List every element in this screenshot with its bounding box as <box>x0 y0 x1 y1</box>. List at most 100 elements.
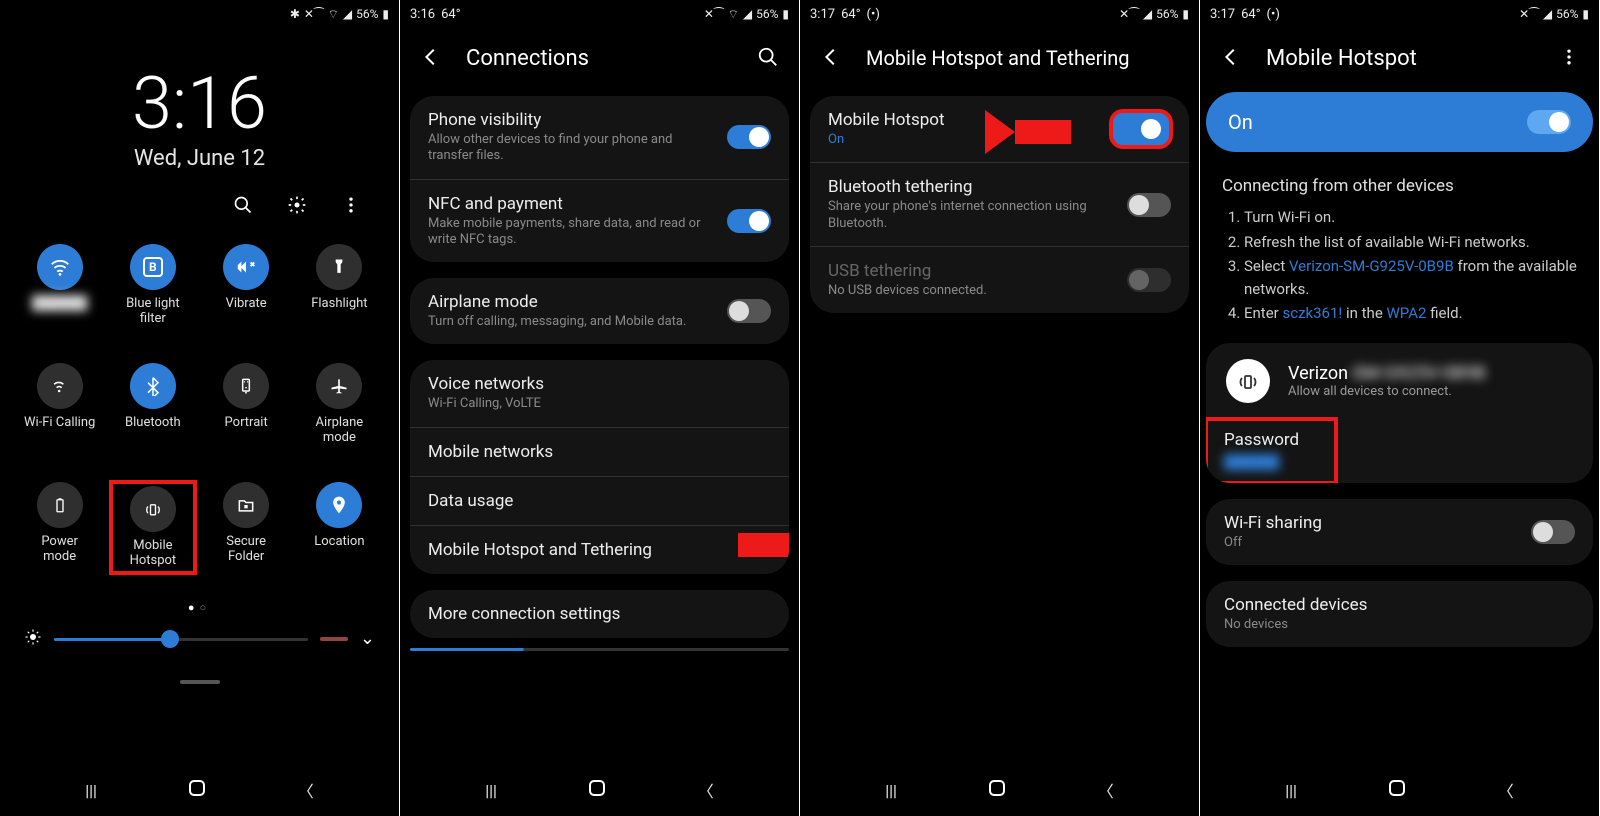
row-airplane[interactable]: Airplane mode Turn off calling, messaging… <box>410 278 789 344</box>
home-button[interactable] <box>1387 778 1407 802</box>
tile-powermode[interactable]: Power mode <box>18 482 101 573</box>
page-indicator: ●○ <box>0 601 399 614</box>
row-mobile-hotspot[interactable]: Mobile HotspotOn <box>810 96 1189 162</box>
toggle-hotspot[interactable] <box>1111 111 1171 147</box>
status-time: 3:17 <box>810 7 835 22</box>
panel-handle[interactable] <box>180 680 220 684</box>
wificalling-icon <box>37 363 83 409</box>
toggle[interactable] <box>1127 193 1171 217</box>
search-icon[interactable] <box>227 189 259 224</box>
back-button[interactable]: 〈 <box>698 778 714 802</box>
row-title: Airplane mode <box>428 292 713 312</box>
tile-label: Mobile Hotspot <box>130 539 177 569</box>
row-sub: Allow other devices to find your phone a… <box>428 132 713 165</box>
clock-time: 3:16 <box>0 68 399 140</box>
tile-mobilehotspot[interactable]: Mobile Hotspot <box>111 482 194 573</box>
tile-flashlight[interactable]: Flashlight <box>298 244 381 327</box>
back-button[interactable]: 〈 <box>1498 778 1514 802</box>
on-label: On <box>1228 110 1253 134</box>
tile-securefolder[interactable]: Secure Folder <box>205 482 288 573</box>
battery-text: 56% <box>356 7 378 21</box>
ssid-link: Verizon-SM-G925V-0B9B <box>1289 257 1454 275</box>
bluelight-icon: B <box>130 244 176 290</box>
row-title: Bluetooth tethering <box>828 177 1113 197</box>
tile-bluelight[interactable]: BBlue light filter <box>111 244 194 327</box>
tile-label: Wi-Fi Calling <box>24 416 95 431</box>
nav-bar: ||| 〈 <box>0 764 399 816</box>
row-network-name[interactable]: Verizon-SM-G925V-0B9B Allow all devices … <box>1206 343 1593 419</box>
recents-button[interactable]: ||| <box>1285 781 1297 800</box>
auto-brightness-toggle[interactable] <box>320 637 348 641</box>
page-title: Mobile Hotspot and Tethering <box>866 46 1130 70</box>
tile-airplane[interactable]: Airplane mode <box>298 363 381 446</box>
hotspot-master-toggle[interactable]: On <box>1206 92 1593 152</box>
back-icon[interactable] <box>1214 40 1248 77</box>
tile-wificalling[interactable]: Wi-Fi Calling <box>18 363 101 446</box>
row-nfc[interactable]: NFC and paymentMake mobile payments, sha… <box>410 179 789 263</box>
brightness-row[interactable]: ⌄ <box>0 614 399 664</box>
toggle[interactable] <box>727 299 771 323</box>
row-password[interactable]: Password ██████ <box>1206 419 1336 483</box>
hotspot-tethering-settings: 3:1764°(•) ✕⁀◢56%▮ Mobile Hotspot and Te… <box>800 0 1200 816</box>
recents-button[interactable]: ||| <box>485 781 497 800</box>
toggle[interactable] <box>1531 520 1575 544</box>
tile-label: ██████ <box>32 297 87 312</box>
bluetooth-icon <box>130 363 176 409</box>
row-voice-networks[interactable]: Voice networksWi-Fi Calling, VoLTE <box>410 360 789 426</box>
tile-wifi[interactable]: ██████ <box>18 244 101 327</box>
status-time: 3:16 <box>410 7 435 22</box>
nav-bar: ||| 〈 <box>800 764 1199 816</box>
row-title: More connection settings <box>428 604 620 624</box>
tile-label: Vibrate <box>226 297 267 312</box>
row-data-usage[interactable]: Data usage <box>410 476 789 525</box>
back-button[interactable]: 〈 <box>1098 778 1114 802</box>
brightness-slider[interactable] <box>54 630 308 648</box>
row-sub: Off <box>1224 535 1517 551</box>
row-wifi-sharing[interactable]: Wi-Fi sharingOff <box>1206 499 1593 565</box>
status-bar: ✱ ✕⁀ ⌔ ◢ 56% ▮ <box>0 0 399 28</box>
back-icon[interactable] <box>414 40 448 77</box>
tile-label: Power mode <box>41 535 78 565</box>
status-temp: 64° <box>841 7 860 22</box>
home-button[interactable] <box>587 778 607 802</box>
hotspot-indicator-icon: (•) <box>1267 7 1280 22</box>
annotation-arrow <box>985 110 1015 154</box>
row-connected-devices[interactable]: Connected devicesNo devices <box>1206 581 1593 647</box>
toggle[interactable] <box>727 209 771 233</box>
tile-vibrate[interactable]: Vibrate <box>205 244 288 327</box>
row-title: Voice networks <box>428 374 771 394</box>
status-bar: 3:1764°(•) ✕⁀◢56%▮ <box>800 0 1199 28</box>
home-button[interactable] <box>187 778 207 802</box>
tile-label: Portrait <box>225 416 268 431</box>
row-sub: Turn off calling, messaging, and Mobile … <box>428 314 713 330</box>
row-title: Phone visibility <box>428 110 713 130</box>
search-icon[interactable] <box>751 40 785 77</box>
row-phone-visibility[interactable]: Phone visibilityAllow other devices to f… <box>410 96 789 179</box>
toggle[interactable] <box>727 125 771 149</box>
tile-location[interactable]: Location <box>298 482 381 573</box>
row-bt-tethering[interactable]: Bluetooth tetheringShare your phone's in… <box>810 162 1189 246</box>
chevron-down-icon[interactable]: ⌄ <box>360 628 375 649</box>
location-icon <box>316 482 362 528</box>
wpa2-value: WPA2 <box>1387 304 1427 322</box>
ssid-label: Verizon <box>1288 363 1348 384</box>
toggle[interactable] <box>1527 110 1571 134</box>
home-button[interactable] <box>987 778 1007 802</box>
back-button[interactable]: 〈 <box>298 778 314 802</box>
row-mobile-networks[interactable]: Mobile networks <box>410 427 789 476</box>
gear-icon[interactable] <box>281 189 313 224</box>
back-icon[interactable] <box>814 40 848 77</box>
row-hotspot-tethering[interactable]: Mobile Hotspot and Tethering <box>410 525 789 574</box>
recents-button[interactable]: ||| <box>85 781 97 800</box>
step-4: Enter sczk361! in the WPA2 field. <box>1244 302 1577 325</box>
tile-portrait[interactable]: Portrait <box>205 363 288 446</box>
more-icon[interactable] <box>335 189 367 224</box>
flashlight-icon <box>316 244 362 290</box>
tile-bluetooth[interactable]: Bluetooth <box>111 363 194 446</box>
scroll-indicator <box>410 648 789 651</box>
row-more-settings[interactable]: More connection settings <box>410 590 789 638</box>
recents-button[interactable]: ||| <box>885 781 897 800</box>
nav-bar: ||| 〈 <box>1200 764 1599 816</box>
folder-icon <box>223 482 269 528</box>
more-icon[interactable] <box>1553 41 1585 76</box>
